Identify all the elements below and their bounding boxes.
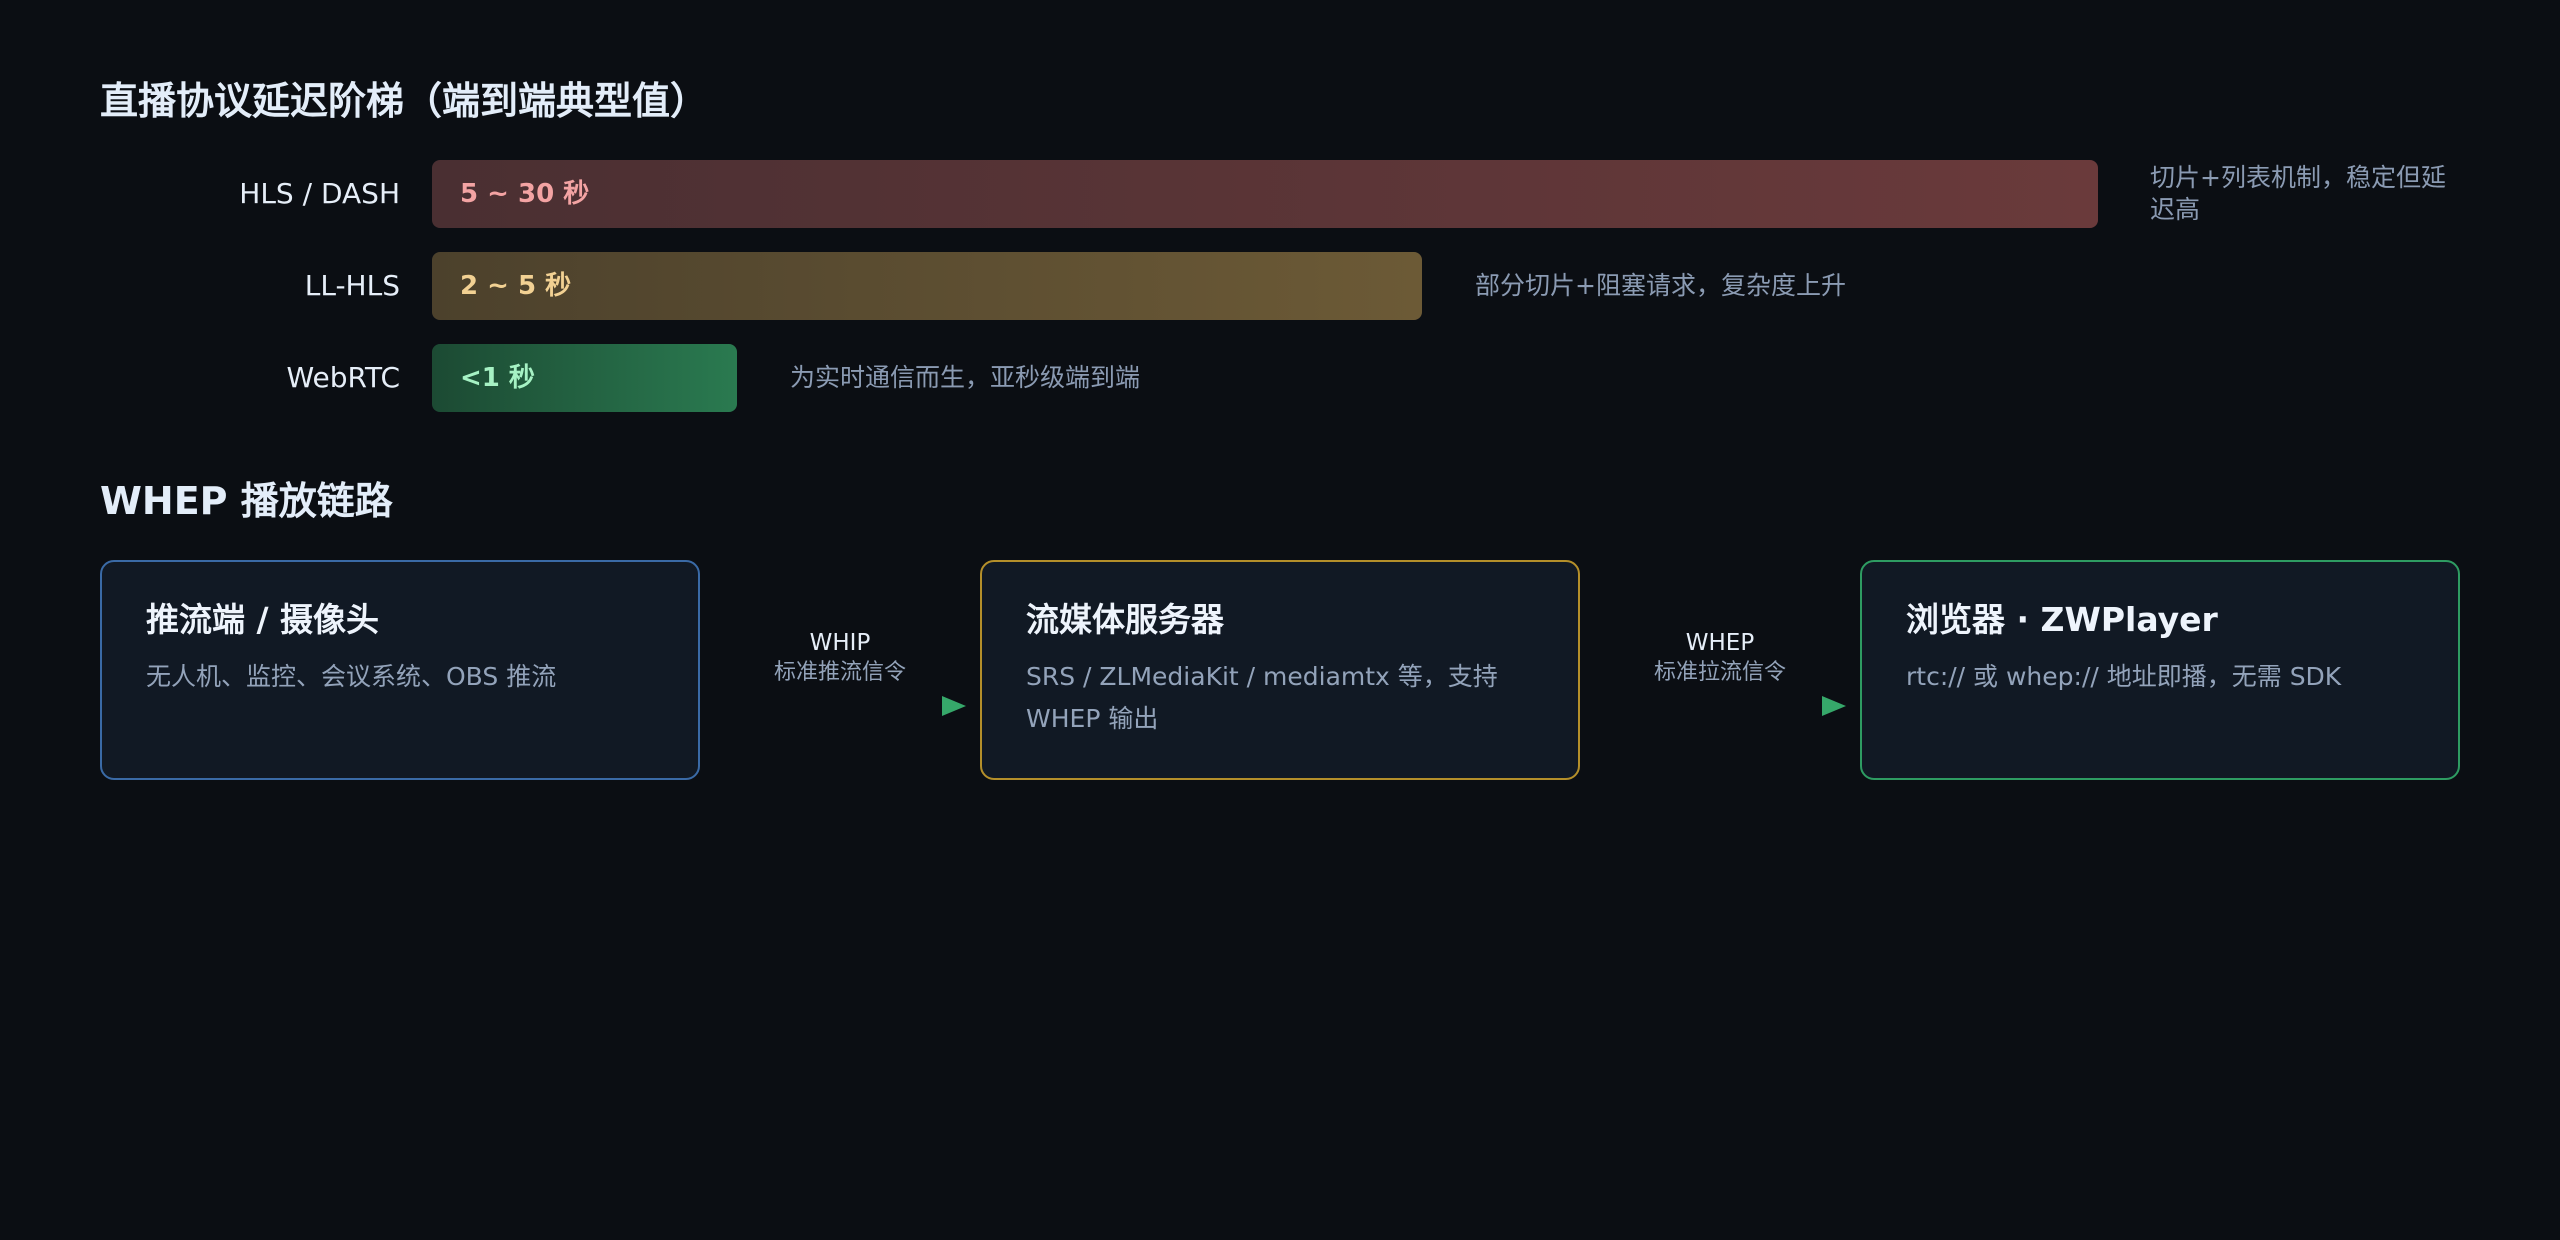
flow-node-server: 流媒体服务器 SRS / ZLMediaKit / mediamtx 等，支持 … [980,560,1580,780]
node-title: 浏览器 · ZWPlayer [1906,600,2218,639]
connector-whip: WHIP 标准推流信令 [710,620,970,740]
ladder-row-hls-dash: HLS / DASH 5 ~ 30 秒 切片+列表机制，稳定但延迟高 [0,160,2560,228]
protocol-note: 切片+列表机制，稳定但延迟高 [2150,163,2446,224]
protocol-note: 部分切片+阻塞请求，复杂度上升 [1475,271,1846,300]
latency-value: 2 ~ 5 秒 [460,271,572,301]
protocol-note: 为实时通信而生，亚秒级端到端 [790,363,1141,392]
arrow-right-icon [1592,696,1846,716]
protocol-label: WebRTC [286,361,400,394]
latency-bar: 2 ~ 5 秒 [432,252,1422,320]
connector-description: 标准拉流信令 [1653,660,1786,685]
connector-whep: WHEP 标准拉流信令 [1590,620,1850,740]
whep-flow-title: WHEP 播放链路 [100,479,393,523]
flow-node-source: 推流端 / 摄像头 无人机、监控、会议系统、OBS 推流 [100,560,700,780]
connector-protocol: WHEP [1685,630,1755,656]
protocol-label: LL-HLS [304,269,400,302]
latency-bar: <1 秒 [432,344,737,412]
node-title: 流媒体服务器 [1026,600,1224,639]
node-description: rtc:// 或 whep:// 地址即播，无需 SDK [1906,662,2342,692]
arrow-right-icon [712,696,966,716]
flow-node-player: 浏览器 · ZWPlayer rtc:// 或 whep:// 地址即播，无需 … [1860,560,2460,780]
connector-description: 标准推流信令 [773,660,906,685]
node-description: SRS / ZLMediaKit / mediamtx 等，支持 WHEP 输出 [1026,662,1498,734]
latency-bar: 5 ~ 30 秒 [432,160,2098,228]
latency-value: <1 秒 [460,363,535,393]
latency-ladder-title: 直播协议延迟阶梯（端到端典型值） [100,79,709,123]
protocol-label: HLS / DASH [239,177,400,210]
connector-protocol: WHIP [809,630,871,656]
latency-value: 5 ~ 30 秒 [460,179,590,209]
node-title: 推流端 / 摄像头 [146,600,380,639]
node-description: 无人机、监控、会议系统、OBS 推流 [146,662,557,692]
ladder-row-ll-hls: LL-HLS 2 ~ 5 秒 部分切片+阻塞请求，复杂度上升 [0,252,2560,320]
ladder-row-webrtc: WebRTC <1 秒 为实时通信而生，亚秒级端到端 [0,344,2560,412]
